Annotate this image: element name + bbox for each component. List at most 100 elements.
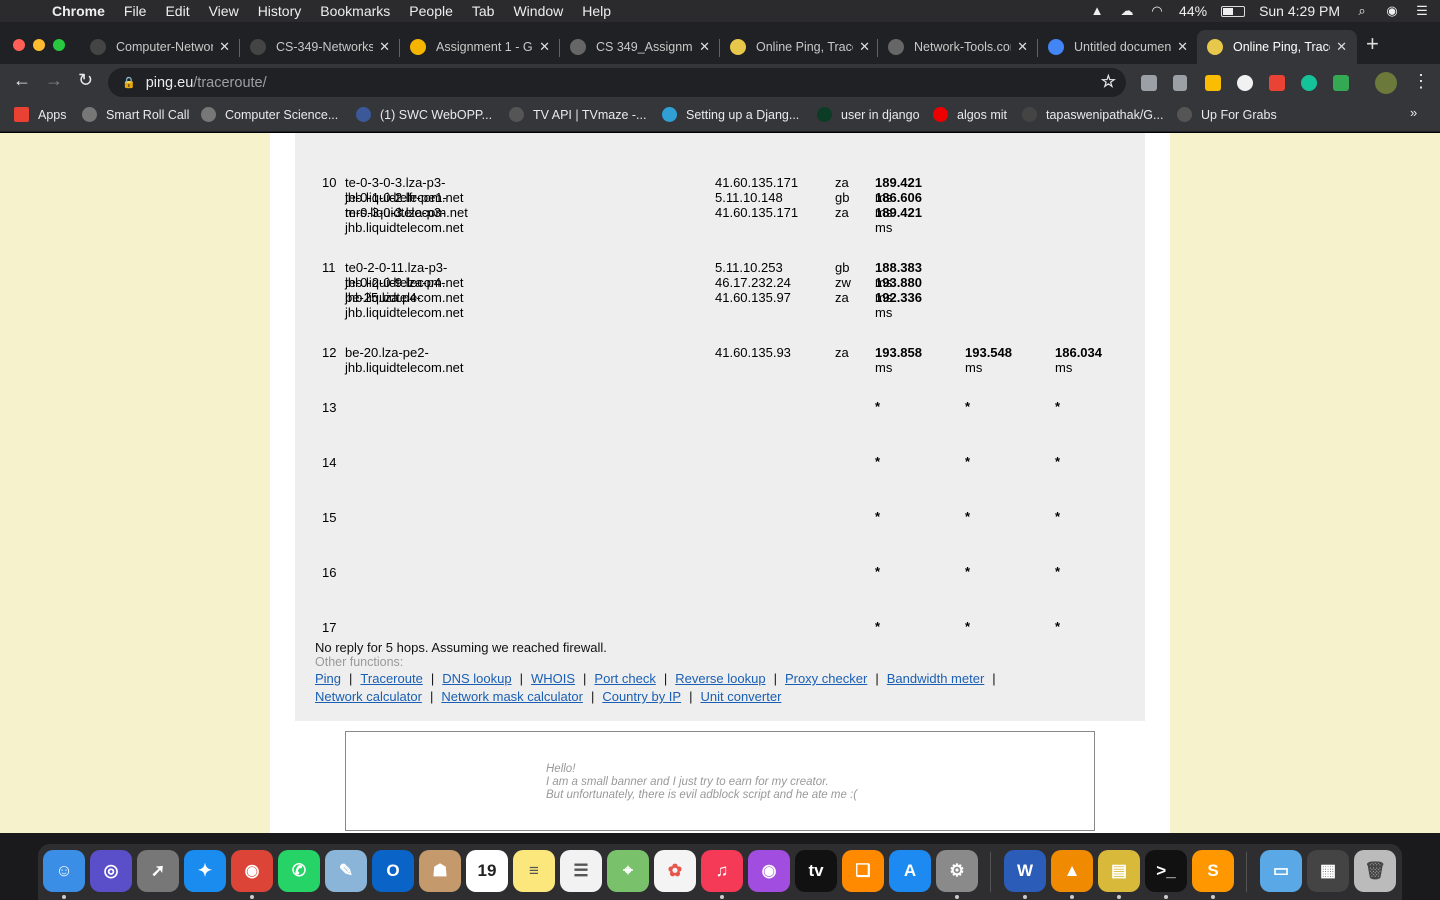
- extension-chart-icon[interactable]: [1173, 75, 1187, 91]
- bookmark-item[interactable]: Smart Roll Call: [82, 107, 189, 122]
- tab-close-icon[interactable]: ✕: [699, 39, 710, 55]
- menu-edit[interactable]: Edit: [165, 3, 189, 19]
- appstore-icon[interactable]: A: [889, 850, 931, 892]
- function-link-country-by-ip[interactable]: Country by IP: [602, 689, 681, 704]
- tab-close-icon[interactable]: ✕: [1177, 39, 1188, 55]
- bookmark-item[interactable]: user in django: [817, 107, 920, 122]
- music-icon[interactable]: ♫: [701, 850, 743, 892]
- function-link-unit-converter[interactable]: Unit converter: [700, 689, 781, 704]
- notification-center-icon[interactable]: ☰: [1414, 4, 1430, 18]
- back-arrow-icon[interactable]: ←: [13, 70, 31, 91]
- bookmark-item[interactable]: Computer Science...: [201, 107, 338, 122]
- function-link-traceroute[interactable]: Traceroute: [360, 671, 422, 686]
- reminders-icon[interactable]: ☰: [560, 850, 602, 892]
- clock[interactable]: Sun 4:29 PM: [1259, 3, 1340, 19]
- browser-tab[interactable]: Online Ping, Traceroute ✕: [1197, 30, 1357, 64]
- vlc-status-icon[interactable]: ▲: [1089, 4, 1105, 18]
- function-link-whois[interactable]: WHOIS: [531, 671, 575, 686]
- bookmarks-overflow-icon[interactable]: »: [1410, 105, 1417, 120]
- function-link-reverse-lookup[interactable]: Reverse lookup: [675, 671, 765, 686]
- cloud-icon[interactable]: ☁: [1119, 4, 1135, 18]
- browser-tab[interactable]: Untitled document ✕: [1038, 30, 1198, 64]
- outlook-icon[interactable]: O: [372, 850, 414, 892]
- app-menu-chrome[interactable]: Chrome: [52, 3, 105, 19]
- bookmark-item[interactable]: Up For Grabs: [1177, 107, 1277, 122]
- extension-circle-icon[interactable]: [1237, 75, 1253, 91]
- function-link-network-calculator[interactable]: Network calculator: [315, 689, 422, 704]
- function-link-proxy-checker[interactable]: Proxy checker: [785, 671, 867, 686]
- extension-store-icon[interactable]: [1141, 75, 1157, 91]
- trash-icon[interactable]: 🗑: [1354, 850, 1396, 892]
- bookmark-item[interactable]: Setting up a Djang...: [662, 107, 799, 122]
- browser-tab[interactable]: Computer-Networks ✕: [80, 30, 240, 64]
- bookmark-item[interactable]: Apps: [14, 107, 67, 122]
- menu-people[interactable]: People: [409, 3, 453, 19]
- launchpad-icon[interactable]: ➚: [137, 850, 179, 892]
- tab-close-icon[interactable]: ✕: [539, 39, 550, 55]
- menu-tab[interactable]: Tab: [472, 3, 495, 19]
- calendar-icon[interactable]: 19: [466, 850, 508, 892]
- safari-icon[interactable]: ✦: [184, 850, 226, 892]
- window-minimize-button[interactable]: [33, 39, 45, 51]
- word-icon[interactable]: W: [1004, 850, 1046, 892]
- siri-icon[interactable]: ◎: [90, 850, 132, 892]
- window-zoom-button[interactable]: [53, 39, 65, 51]
- tab-close-icon[interactable]: ✕: [379, 39, 390, 55]
- battery-icon[interactable]: [1221, 5, 1246, 17]
- lock-icon[interactable]: 🔒: [122, 76, 136, 89]
- window-close-button[interactable]: [13, 39, 25, 51]
- extension-colorful-icon[interactable]: [1205, 75, 1221, 91]
- maps-icon[interactable]: ⌖: [607, 850, 649, 892]
- tab-close-icon[interactable]: ✕: [1336, 39, 1347, 55]
- whatsapp-icon[interactable]: ✆: [278, 850, 320, 892]
- extension-grid-icon[interactable]: [1269, 75, 1285, 91]
- menu-window[interactable]: Window: [513, 3, 563, 19]
- address-bar[interactable]: 🔒 ping.eu/traceroute/ ☆: [108, 68, 1126, 97]
- profile-avatar[interactable]: [1375, 72, 1397, 94]
- bookmark-item[interactable]: tapaswenipathak/G...: [1022, 107, 1163, 122]
- browser-tab[interactable]: CS-349-Networks ✕: [240, 30, 400, 64]
- menu-help[interactable]: Help: [582, 3, 611, 19]
- terminal-icon[interactable]: >_: [1145, 850, 1187, 892]
- archive-utility-icon[interactable]: ▤: [1098, 850, 1140, 892]
- wifi-icon[interactable]: ◠: [1149, 4, 1165, 18]
- chrome-icon[interactable]: ◉: [231, 850, 273, 892]
- browser-tab[interactable]: Assignment 1 - Google Drive ✕: [400, 30, 560, 64]
- appletv-icon[interactable]: tv: [795, 850, 837, 892]
- menu-file[interactable]: File: [124, 3, 147, 19]
- browser-tab[interactable]: Online Ping, Traceroute ✕: [720, 30, 880, 64]
- bookmark-item[interactable]: (1) SWC WebOPP...: [356, 107, 492, 122]
- menu-bookmarks[interactable]: Bookmarks: [320, 3, 390, 19]
- screenshot-stack-icon[interactable]: ▦: [1307, 850, 1349, 892]
- downloads-folder-icon[interactable]: ▭: [1260, 850, 1302, 892]
- tab-close-icon[interactable]: ✕: [219, 39, 230, 55]
- system-preferences-icon[interactable]: ⚙: [936, 850, 978, 892]
- menu-view[interactable]: View: [209, 3, 239, 19]
- bookmark-item[interactable]: algos mit: [933, 107, 1007, 122]
- books-icon[interactable]: ❑: [842, 850, 884, 892]
- bookmark-star-icon[interactable]: ☆: [1101, 72, 1116, 92]
- bookmark-item[interactable]: TV API | TVmaze -...: [509, 107, 646, 122]
- spotlight-search-icon[interactable]: ⌕: [1354, 4, 1370, 18]
- browser-tab[interactable]: CS 349_Assignment ✕: [560, 30, 720, 64]
- menu-history[interactable]: History: [258, 3, 302, 19]
- tab-close-icon[interactable]: ✕: [859, 39, 870, 55]
- vlc-icon[interactable]: ▲: [1051, 850, 1093, 892]
- browser-tab[interactable]: Network-Tools.com ✕: [878, 30, 1038, 64]
- preview-icon[interactable]: ✎: [325, 850, 367, 892]
- extension-shield-icon[interactable]: [1333, 75, 1349, 91]
- forward-arrow-icon[interactable]: →: [45, 70, 63, 91]
- function-link-network-mask-calculator[interactable]: Network mask calculator: [441, 689, 583, 704]
- grammarly-icon[interactable]: [1301, 75, 1317, 91]
- podcasts-icon[interactable]: ◉: [748, 850, 790, 892]
- reload-icon[interactable]: ↻: [78, 70, 93, 91]
- new-tab-button[interactable]: +: [1366, 31, 1379, 57]
- function-link-ping[interactable]: Ping: [315, 671, 341, 686]
- chrome-menu-icon[interactable]: ⋮: [1412, 71, 1430, 92]
- siri-menu-icon[interactable]: ◉: [1384, 4, 1400, 18]
- tab-close-icon[interactable]: ✕: [1017, 39, 1028, 55]
- function-link-dns-lookup[interactable]: DNS lookup: [442, 671, 511, 686]
- sublime-text-icon[interactable]: S: [1192, 850, 1234, 892]
- notes-icon[interactable]: ≡: [513, 850, 555, 892]
- contacts-icon[interactable]: ☗: [419, 850, 461, 892]
